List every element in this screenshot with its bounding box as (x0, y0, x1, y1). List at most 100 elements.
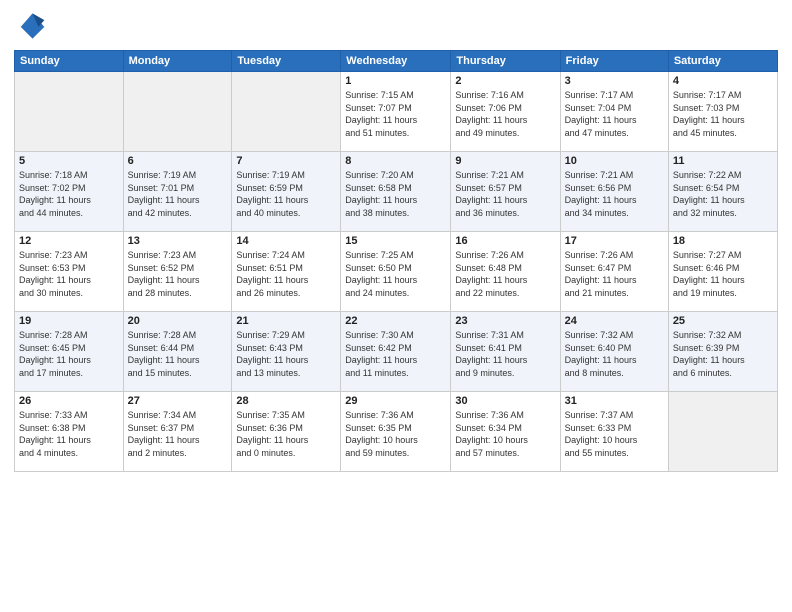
calendar-cell: 27 Sunrise: 7:34 AMSunset: 6:37 PMDayligh… (123, 392, 232, 472)
calendar-cell: 25 Sunrise: 7:32 AMSunset: 6:39 PMDayligh… (668, 312, 777, 392)
day-number: 13 (128, 235, 228, 247)
day-number: 27 (128, 395, 228, 407)
day-number: 23 (455, 315, 555, 327)
day-number: 26 (19, 395, 119, 407)
calendar-week-row: 26Sunrise: 7:33 AMSunset: 6:38 PMDayligh… (15, 392, 778, 472)
day-info: Sunrise: 7:17 AMSunset: 7:03 PMDaylight:… (673, 89, 773, 139)
day-number: 8 (345, 155, 446, 167)
day-number: 25 (673, 315, 773, 327)
calendar-cell: 3 Sunrise: 7:17 AMSunset: 7:04 PMDaylight… (560, 72, 668, 152)
calendar-cell (15, 72, 124, 152)
day-info: Sunrise: 7:26 AMSunset: 6:48 PMDaylight:… (455, 249, 555, 299)
day-info: Sunrise: 7:36 AMSunset: 6:35 PMDaylight:… (345, 409, 446, 459)
day-info: Sunrise: 7:30 AMSunset: 6:42 PMDaylight:… (345, 329, 446, 379)
calendar-cell: 29 Sunrise: 7:36 AMSunset: 6:35 PMDayligh… (341, 392, 451, 472)
day-number: 5 (19, 155, 119, 167)
day-info: Sunrise: 7:27 AMSunset: 6:46 PMDaylight:… (673, 249, 773, 299)
day-info: Sunrise: 7:16 AMSunset: 7:06 PMDaylight:… (455, 89, 555, 139)
calendar-cell: 7 Sunrise: 7:19 AMSunset: 6:59 PMDaylight… (232, 152, 341, 232)
day-number: 24 (565, 315, 664, 327)
calendar-week-row: 5 Sunrise: 7:18 AMSunset: 7:02 PMDaylight… (15, 152, 778, 232)
day-info: Sunrise: 7:35 AMSunset: 6:36 PMDaylight:… (236, 409, 336, 459)
logo-icon (14, 10, 46, 42)
calendar-cell: 30 Sunrise: 7:36 AMSunset: 6:34 PMDayligh… (451, 392, 560, 472)
weekday-header: Wednesday (341, 51, 451, 72)
calendar-cell: 28 Sunrise: 7:35 AMSunset: 6:36 PMDayligh… (232, 392, 341, 472)
calendar-cell: 20Sunrise: 7:28 AMSunset: 6:44 PMDayligh… (123, 312, 232, 392)
day-info: Sunrise: 7:23 AMSunset: 6:53 PMDaylight:… (19, 249, 119, 299)
day-number: 1 (345, 75, 446, 87)
calendar-week-row: 1 Sunrise: 7:15 AMSunset: 7:07 PMDaylight… (15, 72, 778, 152)
calendar-cell: 8 Sunrise: 7:20 AMSunset: 6:58 PMDaylight… (341, 152, 451, 232)
day-info: Sunrise: 7:32 AMSunset: 6:39 PMDaylight:… (673, 329, 773, 379)
calendar-cell: 24Sunrise: 7:32 AMSunset: 6:40 PMDayligh… (560, 312, 668, 392)
calendar-cell: 2 Sunrise: 7:16 AMSunset: 7:06 PMDaylight… (451, 72, 560, 152)
day-info: Sunrise: 7:31 AMSunset: 6:41 PMDaylight:… (455, 329, 555, 379)
day-number: 14 (236, 235, 336, 247)
page: SundayMondayTuesdayWednesdayThursdayFrid… (0, 0, 792, 612)
day-number: 4 (673, 75, 773, 87)
logo (14, 10, 48, 42)
calendar-cell (123, 72, 232, 152)
calendar-week-row: 12 Sunrise: 7:23 AMSunset: 6:53 PMDayligh… (15, 232, 778, 312)
day-info: Sunrise: 7:19 AMSunset: 6:59 PMDaylight:… (236, 169, 336, 219)
calendar-cell: 15 Sunrise: 7:25 AMSunset: 6:50 PMDayligh… (341, 232, 451, 312)
calendar-cell: 14 Sunrise: 7:24 AMSunset: 6:51 PMDayligh… (232, 232, 341, 312)
day-info: Sunrise: 7:29 AMSunset: 6:43 PMDaylight:… (236, 329, 336, 379)
day-number: 30 (455, 395, 555, 407)
day-number: 29 (345, 395, 446, 407)
weekday-header: Friday (560, 51, 668, 72)
day-info: Sunrise: 7:17 AMSunset: 7:04 PMDaylight:… (565, 89, 664, 139)
calendar-week-row: 19Sunrise: 7:28 AMSunset: 6:45 PMDayligh… (15, 312, 778, 392)
day-number: 2 (455, 75, 555, 87)
weekday-header: Monday (123, 51, 232, 72)
day-number: 10 (565, 155, 664, 167)
day-info: Sunrise: 7:15 AMSunset: 7:07 PMDaylight:… (345, 89, 446, 139)
day-number: 21 (236, 315, 336, 327)
day-info: Sunrise: 7:36 AMSunset: 6:34 PMDaylight:… (455, 409, 555, 459)
calendar-cell: 9 Sunrise: 7:21 AMSunset: 6:57 PMDaylight… (451, 152, 560, 232)
day-info: Sunrise: 7:21 AMSunset: 6:57 PMDaylight:… (455, 169, 555, 219)
day-number: 20 (128, 315, 228, 327)
day-number: 9 (455, 155, 555, 167)
day-info: Sunrise: 7:22 AMSunset: 6:54 PMDaylight:… (673, 169, 773, 219)
weekday-header: Saturday (668, 51, 777, 72)
calendar-cell (232, 72, 341, 152)
day-number: 28 (236, 395, 336, 407)
day-number: 3 (565, 75, 664, 87)
day-number: 15 (345, 235, 446, 247)
day-number: 6 (128, 155, 228, 167)
day-info: Sunrise: 7:20 AMSunset: 6:58 PMDaylight:… (345, 169, 446, 219)
day-number: 12 (19, 235, 119, 247)
day-info: Sunrise: 7:37 AMSunset: 6:33 PMDaylight:… (565, 409, 664, 459)
weekday-header: Thursday (451, 51, 560, 72)
calendar-cell (668, 392, 777, 472)
day-info: Sunrise: 7:28 AMSunset: 6:45 PMDaylight:… (19, 329, 119, 379)
day-info: Sunrise: 7:21 AMSunset: 6:56 PMDaylight:… (565, 169, 664, 219)
calendar-cell: 13 Sunrise: 7:23 AMSunset: 6:52 PMDayligh… (123, 232, 232, 312)
calendar-cell: 23 Sunrise: 7:31 AMSunset: 6:41 PMDayligh… (451, 312, 560, 392)
day-info: Sunrise: 7:23 AMSunset: 6:52 PMDaylight:… (128, 249, 228, 299)
day-info: Sunrise: 7:24 AMSunset: 6:51 PMDaylight:… (236, 249, 336, 299)
calendar-cell: 10 Sunrise: 7:21 AMSunset: 6:56 PMDayligh… (560, 152, 668, 232)
weekday-header-row: SundayMondayTuesdayWednesdayThursdayFrid… (15, 51, 778, 72)
calendar-cell: 5 Sunrise: 7:18 AMSunset: 7:02 PMDaylight… (15, 152, 124, 232)
calendar-cell: 12 Sunrise: 7:23 AMSunset: 6:53 PMDayligh… (15, 232, 124, 312)
calendar-cell: 18 Sunrise: 7:27 AMSunset: 6:46 PMDayligh… (668, 232, 777, 312)
calendar-cell: 26Sunrise: 7:33 AMSunset: 6:38 PMDayligh… (15, 392, 124, 472)
day-info: Sunrise: 7:18 AMSunset: 7:02 PMDaylight:… (19, 169, 119, 219)
calendar-cell: 4 Sunrise: 7:17 AMSunset: 7:03 PMDaylight… (668, 72, 777, 152)
calendar-cell: 19Sunrise: 7:28 AMSunset: 6:45 PMDayligh… (15, 312, 124, 392)
calendar-cell: 6Sunrise: 7:19 AMSunset: 7:01 PMDaylight… (123, 152, 232, 232)
day-info: Sunrise: 7:25 AMSunset: 6:50 PMDaylight:… (345, 249, 446, 299)
day-info: Sunrise: 7:34 AMSunset: 6:37 PMDaylight:… (128, 409, 228, 459)
calendar-cell: 11 Sunrise: 7:22 AMSunset: 6:54 PMDayligh… (668, 152, 777, 232)
calendar-cell: 17Sunrise: 7:26 AMSunset: 6:47 PMDayligh… (560, 232, 668, 312)
calendar-table: SundayMondayTuesdayWednesdayThursdayFrid… (14, 50, 778, 472)
day-number: 31 (565, 395, 664, 407)
day-number: 11 (673, 155, 773, 167)
day-number: 7 (236, 155, 336, 167)
calendar-cell: 22Sunrise: 7:30 AMSunset: 6:42 PMDayligh… (341, 312, 451, 392)
day-number: 18 (673, 235, 773, 247)
header (14, 10, 778, 42)
